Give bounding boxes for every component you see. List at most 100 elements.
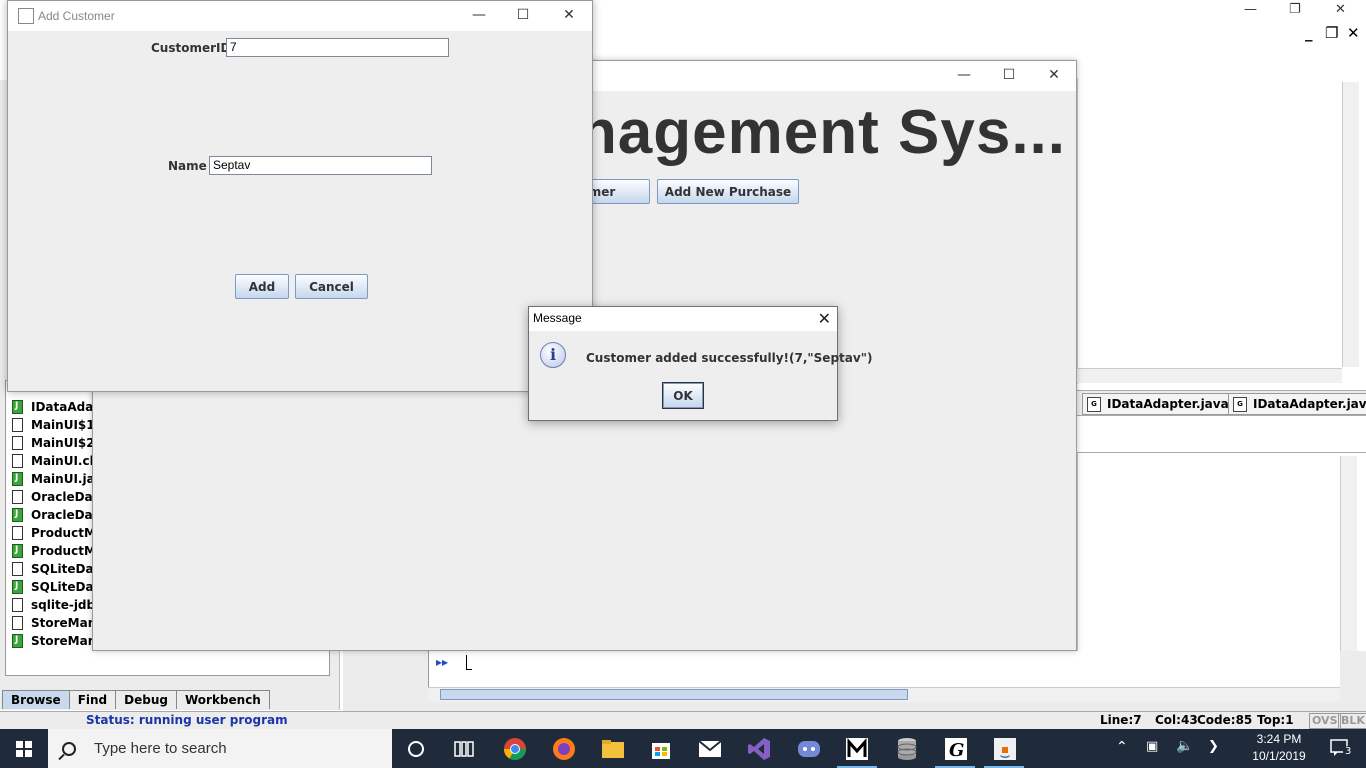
editor-horizontal-scrollbar[interactable] [1077, 368, 1342, 383]
console-cursor [466, 655, 472, 670]
ok-button[interactable]: OK [662, 382, 704, 409]
status-blk: BLK [1338, 713, 1366, 729]
m-app-icon[interactable] [844, 736, 870, 762]
clock-time[interactable]: 3:24 PM [1244, 732, 1314, 746]
message-text: Customer added successfully!(7,"Septav") [586, 351, 873, 365]
class-file-icon: G [1087, 396, 1101, 412]
file-icon [12, 490, 23, 504]
network-icon[interactable]: ▣ [1146, 739, 1158, 754]
cortana-icon[interactable] [403, 736, 429, 762]
add-customer-titlebar[interactable]: Add Customer — ☐ ✕ [8, 1, 592, 31]
database-icon[interactable] [894, 736, 920, 762]
file-icon [12, 418, 23, 432]
status-col: Col:43 [1155, 713, 1198, 727]
windows-logo-icon [16, 740, 32, 757]
java-file-icon [12, 544, 23, 558]
class-file-icon: G [1233, 396, 1247, 412]
status-text: Status: running user program [86, 713, 288, 727]
message-title: Message [533, 311, 582, 325]
tab-workbench[interactable]: Workbench [175, 690, 270, 709]
notification-center-icon[interactable]: 3 [1330, 739, 1354, 759]
notification-count: 3 [1343, 746, 1354, 757]
wifi-icon[interactable]: ❯ [1208, 739, 1219, 754]
java-file-icon [12, 580, 23, 594]
file-tab-label: IDataAdapter.java [1253, 397, 1366, 411]
ide-inner-minimize-button[interactable]: _ [1305, 24, 1313, 42]
customer-id-label: CustomerID [151, 41, 231, 55]
discord-icon[interactable] [796, 736, 822, 762]
console-scroll-thumb[interactable] [440, 689, 908, 700]
file-icon [12, 454, 23, 468]
search-icon [62, 741, 76, 756]
ide-bottom-tabs: Browse Find Debug Workbench [2, 690, 270, 710]
add-customer-close-button[interactable]: ✕ [559, 6, 579, 24]
firefox-icon[interactable] [551, 736, 577, 762]
add-customer-maximize-button[interactable]: ☐ [513, 6, 533, 24]
editor-vertical-scrollbar[interactable] [1342, 82, 1359, 367]
task-view-icon[interactable] [451, 736, 477, 762]
java-file-icon [12, 472, 23, 486]
volume-icon[interactable]: 🔈 [1176, 738, 1193, 754]
editor-pane[interactable] [1077, 78, 1366, 384]
status-code: Code:85 [1197, 713, 1253, 727]
svg-text:G: G [949, 740, 964, 761]
start-button[interactable] [0, 729, 48, 768]
ide-restore-button[interactable]: ❐ [1289, 2, 1301, 17]
console-prompt-icon: ▸▸ [436, 655, 449, 669]
file-icon [12, 598, 23, 612]
g-app-icon[interactable]: G [943, 736, 969, 762]
ide-minimize-button[interactable]: — [1244, 2, 1257, 17]
status-line: Line:7 [1100, 713, 1142, 727]
java-app-icon [18, 8, 34, 24]
status-top: Top:1 [1257, 713, 1294, 727]
java-file-icon [12, 634, 23, 648]
visual-studio-icon[interactable] [746, 736, 772, 762]
add-button[interactable]: Add [235, 274, 289, 299]
tab-browse[interactable]: Browse [2, 690, 70, 709]
search-placeholder: Type here to search [94, 740, 227, 757]
main-minimize-button[interactable]: — [954, 66, 974, 84]
file-icon [12, 526, 23, 540]
status-ovs: OVS [1309, 713, 1341, 729]
dialog-title: Add Customer [38, 9, 115, 23]
ide-status-bar: Status: running user program Line:7 Col:… [0, 711, 1366, 729]
file-explorer-icon[interactable] [600, 736, 626, 762]
name-input[interactable]: Septav [209, 156, 432, 175]
chrome-icon[interactable] [502, 736, 528, 762]
file-icon [12, 616, 23, 630]
windows-taskbar: Type here to search G ⌃ ▣ 🔈 ❯ 3:24 PM 10… [0, 729, 1366, 768]
tab-debug[interactable]: Debug [115, 690, 177, 709]
file-icon [12, 562, 23, 576]
editor-file-tabs: G IDataAdapter.java G IDataAdapter.java [1077, 390, 1366, 416]
file-icon [12, 436, 23, 450]
customer-id-input[interactable]: 7 [226, 38, 449, 57]
ide-inner-restore-button[interactable]: ❐ [1325, 24, 1338, 42]
clock-date[interactable]: 10/1/2019 [1244, 749, 1314, 763]
message-dialog: Message ✕ i Customer added successfully!… [528, 306, 872, 421]
ide-inner-close-button[interactable]: ✕ [1347, 24, 1360, 42]
message-close-button[interactable]: ✕ [818, 309, 831, 328]
add-purchase-button[interactable]: Add New Purchase [657, 179, 799, 204]
add-customer-dialog: Add Customer — ☐ ✕ CustomerID 7 Name Sep… [7, 0, 593, 392]
file-tab-label: IDataAdapter.java [1107, 397, 1229, 411]
taskbar-search-box[interactable]: Type here to search [48, 729, 392, 768]
system-tray: ⌃ ▣ 🔈 ❯ 3:24 PM 10/1/2019 3 [1116, 729, 1366, 768]
java-file-icon [12, 400, 23, 414]
message-titlebar[interactable]: Message ✕ [529, 307, 837, 331]
info-icon: i [540, 342, 566, 368]
main-close-button[interactable]: ✕ [1044, 66, 1064, 84]
cancel-button[interactable]: Cancel [295, 274, 368, 299]
console-input-area[interactable] [428, 651, 1340, 687]
java-icon[interactable] [992, 736, 1018, 762]
java-file-icon [12, 508, 23, 522]
tab-find[interactable]: Find [68, 690, 117, 709]
main-maximize-button[interactable]: ☐ [999, 66, 1019, 84]
name-label: Name [168, 159, 207, 173]
mail-icon[interactable] [697, 736, 723, 762]
file-tab-idataadapter-2[interactable]: G IDataAdapter.java [1228, 393, 1366, 415]
ide-close-button[interactable]: ✕ [1335, 2, 1346, 17]
store-icon[interactable] [648, 736, 674, 762]
add-customer-minimize-button[interactable]: — [469, 6, 489, 24]
chevron-up-icon[interactable]: ⌃ [1116, 739, 1128, 755]
file-tab-idataadapter-1[interactable]: G IDataAdapter.java [1082, 393, 1238, 415]
